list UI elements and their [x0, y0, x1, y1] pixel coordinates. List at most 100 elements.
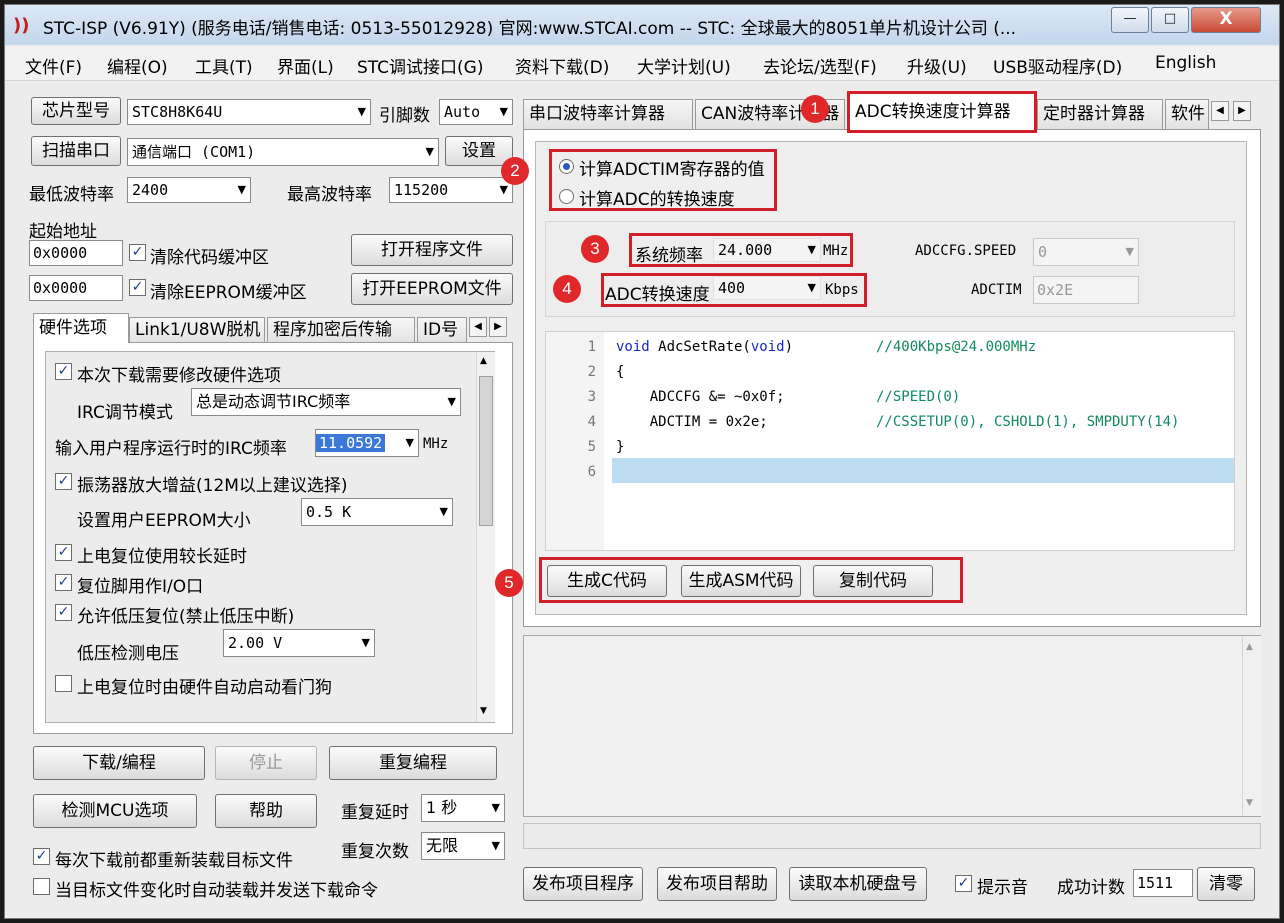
output-log-area[interactable]: ▲ ▼: [523, 635, 1261, 817]
tab-scroll-left-icon[interactable]: ◀: [1211, 101, 1229, 121]
chevron-down-icon: ▼: [491, 801, 500, 814]
settings-button[interactable]: 设置: [445, 136, 513, 166]
chip-model-button[interactable]: 芯片型号: [31, 97, 121, 125]
radio-calc-adctim[interactable]: [559, 159, 574, 174]
tab-uart-baud-calculator[interactable]: 串口波特率计算器: [523, 99, 693, 129]
min-baud-label: 最低波特率: [29, 185, 114, 205]
menu-download[interactable]: 资料下载(D): [515, 53, 609, 78]
pin-count-select[interactable]: Auto ▼: [439, 99, 513, 125]
low-voltage-reset-checkbox[interactable]: ✓: [55, 604, 72, 621]
adccfg-speed-value: 0: [1038, 243, 1048, 261]
line-number: 4: [587, 414, 596, 430]
chevron-down-icon: ▼: [357, 105, 366, 118]
tab-hardware-options[interactable]: 硬件选项: [33, 313, 129, 343]
menu-debug[interactable]: STC调试接口(G): [357, 53, 484, 78]
menu-tools[interactable]: 工具(T): [195, 53, 253, 78]
scroll-down-icon[interactable]: ▼: [1246, 798, 1253, 808]
adccfg-speed-label: ADCCFG.SPEED: [915, 243, 1017, 259]
reset-pin-io-checkbox[interactable]: ✓: [55, 574, 72, 591]
generate-asm-code-button[interactable]: 生成ASM代码: [681, 565, 801, 597]
output-log-scrollbar[interactable]: ▲ ▼: [1242, 636, 1261, 816]
watchdog-checkbox[interactable]: ✓: [55, 675, 72, 692]
code-address-input[interactable]: 0x0000: [29, 240, 123, 266]
repeat-delay-select[interactable]: 1 秒 ▼: [421, 794, 505, 822]
menu-interface[interactable]: 界面(L): [277, 53, 334, 78]
clear-count-button[interactable]: 清零: [1197, 867, 1255, 901]
repeat-program-button[interactable]: 重复编程: [329, 746, 497, 780]
scroll-up-icon[interactable]: ▲: [1246, 642, 1253, 652]
min-baud-select[interactable]: 2400 ▼: [127, 177, 251, 203]
menu-program[interactable]: 编程(O): [107, 53, 168, 78]
clear-code-checkbox[interactable]: ✓: [129, 244, 146, 261]
eeprom-size-select[interactable]: 0.5 K ▼: [301, 498, 453, 526]
tab-link1-offline[interactable]: Link1/U8W脱机: [129, 317, 265, 343]
generate-c-code-button[interactable]: 生成C代码: [547, 565, 667, 597]
code-editor[interactable]: 1 void AdcSetRate(void) //400Kbps@24.000MH…: [545, 331, 1235, 551]
code-line: 6: [546, 461, 1234, 486]
scroll-up-icon[interactable]: ▲: [480, 356, 487, 366]
eeprom-address-input[interactable]: 0x0000: [29, 275, 123, 301]
tab-scroll-left-icon[interactable]: ◀: [469, 317, 487, 337]
sound-checkbox[interactable]: ✓: [955, 875, 972, 892]
menu-upgrade[interactable]: 升级(U): [907, 53, 967, 78]
menu-forum[interactable]: 去论坛/选型(F): [763, 53, 877, 78]
menu-usb-driver[interactable]: USB驱动程序(D): [993, 53, 1122, 78]
open-eeprom-file-button[interactable]: 打开EEPROM文件: [351, 273, 513, 305]
stc-isp-window: )) STC-ISP (V6.91Y) (服务电话/销售电话: 0513-550…: [4, 4, 1280, 919]
help-button[interactable]: 帮助: [215, 794, 317, 828]
tab-scroll-right-icon[interactable]: ▶: [489, 317, 507, 337]
annotation-badge-1: 1: [801, 95, 829, 123]
publish-project-help-button[interactable]: 发布项目帮助: [657, 867, 777, 901]
annotation-badge-2: 2: [501, 157, 529, 185]
download-program-button[interactable]: 下载/编程: [33, 746, 205, 780]
open-program-file-button[interactable]: 打开程序文件: [351, 234, 513, 266]
chevron-down-icon: ▼: [807, 281, 816, 294]
scrollbar-thumb[interactable]: [479, 376, 493, 526]
tab-software[interactable]: 软件: [1165, 99, 1209, 129]
publish-project-program-button[interactable]: 发布项目程序: [523, 867, 643, 901]
long-reset-delay-checkbox[interactable]: ✓: [55, 544, 72, 561]
tab-adc-speed-calculator[interactable]: ADC转换速度计算器: [849, 93, 1035, 131]
reload-target-checkbox[interactable]: ✓: [33, 848, 50, 865]
tab-id-number[interactable]: ID号: [417, 317, 467, 343]
tab-encrypted-transfer[interactable]: 程序加密后传输: [267, 317, 415, 343]
irc-mode-select[interactable]: 总是动态调节IRC频率 ▼: [191, 388, 461, 416]
clear-code-label: 清除代码缓冲区: [150, 248, 269, 268]
read-disk-id-button[interactable]: 读取本机硬盘号: [789, 867, 927, 901]
irc-frequency-value: 11.0592: [316, 434, 386, 452]
minimize-button[interactable]: —: [1111, 7, 1149, 33]
maximize-button[interactable]: □: [1151, 7, 1189, 33]
tab-timer-calculator[interactable]: 定时器计算器: [1037, 99, 1163, 129]
low-voltage-select[interactable]: 2.00 V ▼: [223, 629, 375, 657]
com-port-select[interactable]: 通信端口 (COM1) ▼: [127, 138, 439, 166]
adccfg-speed-select[interactable]: 0 ▼: [1033, 238, 1139, 266]
start-address-label: 起始地址: [29, 222, 97, 242]
chip-model-select[interactable]: STC8H8K64U ▼: [127, 99, 371, 125]
max-baud-select[interactable]: 115200 ▼: [389, 177, 513, 203]
tab-scroll-right-icon[interactable]: ▶: [1233, 101, 1251, 121]
chevron-down-icon: ▼: [1125, 245, 1134, 258]
repeat-count-select[interactable]: 无限 ▼: [421, 832, 505, 860]
osc-gain-checkbox[interactable]: ✓: [55, 473, 72, 490]
max-baud-label: 最高波特率: [287, 185, 372, 205]
eeprom-size-label: 设置用户EEPROM大小: [77, 511, 251, 531]
menu-file[interactable]: 文件(F): [25, 53, 82, 78]
detect-mcu-button[interactable]: 检测MCU选项: [33, 794, 197, 828]
scan-port-button[interactable]: 扫描串口: [31, 136, 121, 166]
copy-code-button[interactable]: 复制代码: [813, 565, 933, 597]
annotation-badge-5: 5: [495, 569, 523, 597]
adc-speed-select[interactable]: 400 ▼: [713, 276, 821, 300]
menu-english[interactable]: English: [1155, 53, 1216, 73]
system-frequency-select[interactable]: 24.000 ▼: [713, 238, 821, 262]
scroll-down-icon[interactable]: ▼: [480, 706, 487, 716]
clear-eeprom-checkbox[interactable]: ✓: [129, 279, 146, 296]
menu-university[interactable]: 大学计划(U): [637, 53, 731, 78]
chevron-down-icon: ▼: [807, 243, 816, 256]
radio-calc-adc-speed[interactable]: [559, 189, 574, 204]
hardware-options-scrollbar[interactable]: ▲ ▼: [476, 352, 495, 722]
close-button[interactable]: X: [1191, 7, 1261, 33]
stop-button[interactable]: 停止: [215, 746, 317, 780]
modify-hw-options-checkbox[interactable]: ✓: [55, 363, 72, 380]
auto-send-checkbox[interactable]: ✓: [33, 878, 50, 895]
irc-frequency-select[interactable]: 11.0592 ▼: [315, 429, 419, 457]
